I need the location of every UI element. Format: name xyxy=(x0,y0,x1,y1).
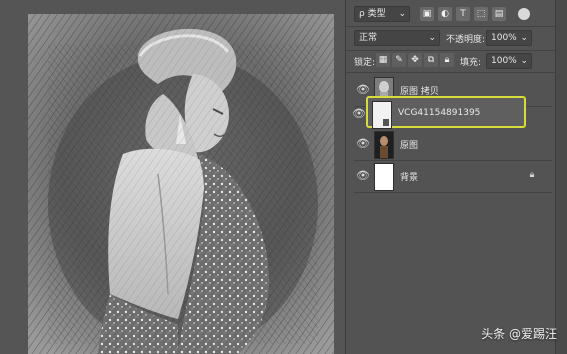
layer-thumbnail xyxy=(374,163,394,191)
blend-mode-value: 正常 xyxy=(359,33,378,43)
opacity-input[interactable]: 100% ⌄ xyxy=(486,30,532,46)
layer-name[interactable]: 原图 xyxy=(400,138,418,151)
lock-all-icon[interactable]: 🔒︎ xyxy=(440,53,454,67)
chevron-down-icon: ⌄ xyxy=(398,9,406,19)
visibility-eye-icon[interactable]: 👁︎ xyxy=(356,137,370,151)
fill-label: 填充: xyxy=(460,58,482,68)
sketch-portrait-image xyxy=(28,14,334,354)
fill-value: 100% xyxy=(491,56,517,66)
lock-icon[interactable]: 🔒︎ xyxy=(526,169,538,181)
layer-filter-select[interactable]: ρ 类型 ⌄ xyxy=(354,6,410,22)
lock-position-icon[interactable]: ✥ xyxy=(408,53,422,67)
filter-toggle-icon[interactable] xyxy=(518,8,530,20)
layer-row-original[interactable]: 👁︎ 原图 xyxy=(354,128,552,161)
smart-object-thumbnail xyxy=(372,101,392,129)
fill-input[interactable]: 100% ⌄ xyxy=(486,53,532,69)
visibility-eye-icon[interactable]: 👁︎ xyxy=(352,107,366,121)
chevron-down-icon: ⌄ xyxy=(520,33,528,43)
lock-transparent-pixels-icon[interactable]: ▦ xyxy=(376,53,390,67)
opacity-label: 不透明度: xyxy=(446,35,486,45)
panel-scrollbar[interactable] xyxy=(555,0,567,354)
lock-artboard-icon[interactable]: ⧉ xyxy=(424,53,438,67)
layer-name[interactable]: VCG41154891395 xyxy=(398,108,480,118)
layer-row-background[interactable]: 👁︎ 背景 🔒︎ xyxy=(354,160,552,193)
visibility-eye-icon[interactable]: 👁︎ xyxy=(356,169,370,183)
adjustment-layer-filter-icon[interactable]: ◐ xyxy=(438,7,452,21)
visibility-eye-icon[interactable]: 👁︎ xyxy=(356,83,370,97)
blend-mode-select[interactable]: 正常 ⌄ xyxy=(354,30,440,46)
search-icon: ρ xyxy=(359,9,365,19)
lock-image-pixels-icon[interactable]: ✎ xyxy=(392,53,406,67)
opacity-value: 100% xyxy=(491,33,517,43)
layer-thumbnail xyxy=(374,131,394,159)
canvas-area[interactable] xyxy=(0,0,345,354)
lock-label: 锁定: xyxy=(354,58,376,68)
document-canvas[interactable] xyxy=(28,14,334,354)
watermark: 头条 @爱踢汪 xyxy=(481,327,557,341)
chevron-down-icon: ⌄ xyxy=(520,56,528,66)
layers-panel: ρ 类型 ⌄ ▣ ◐ T ⬚ ▤ 正常 ⌄ 不透明度: 100% ⌄ 锁定: ▦… xyxy=(345,0,567,354)
shape-layer-filter-icon[interactable]: ⬚ xyxy=(474,7,488,21)
layer-row-vcg[interactable]: 👁︎ VCG41154891395 xyxy=(352,96,526,129)
smart-object-filter-icon[interactable]: ▤ xyxy=(492,7,506,21)
chevron-down-icon: ⌄ xyxy=(428,33,436,43)
layer-name[interactable]: 背景 xyxy=(400,170,418,183)
filter-type-label: 类型 xyxy=(367,9,386,19)
type-layer-filter-icon[interactable]: T xyxy=(456,7,470,21)
pixel-layer-filter-icon[interactable]: ▣ xyxy=(420,7,434,21)
